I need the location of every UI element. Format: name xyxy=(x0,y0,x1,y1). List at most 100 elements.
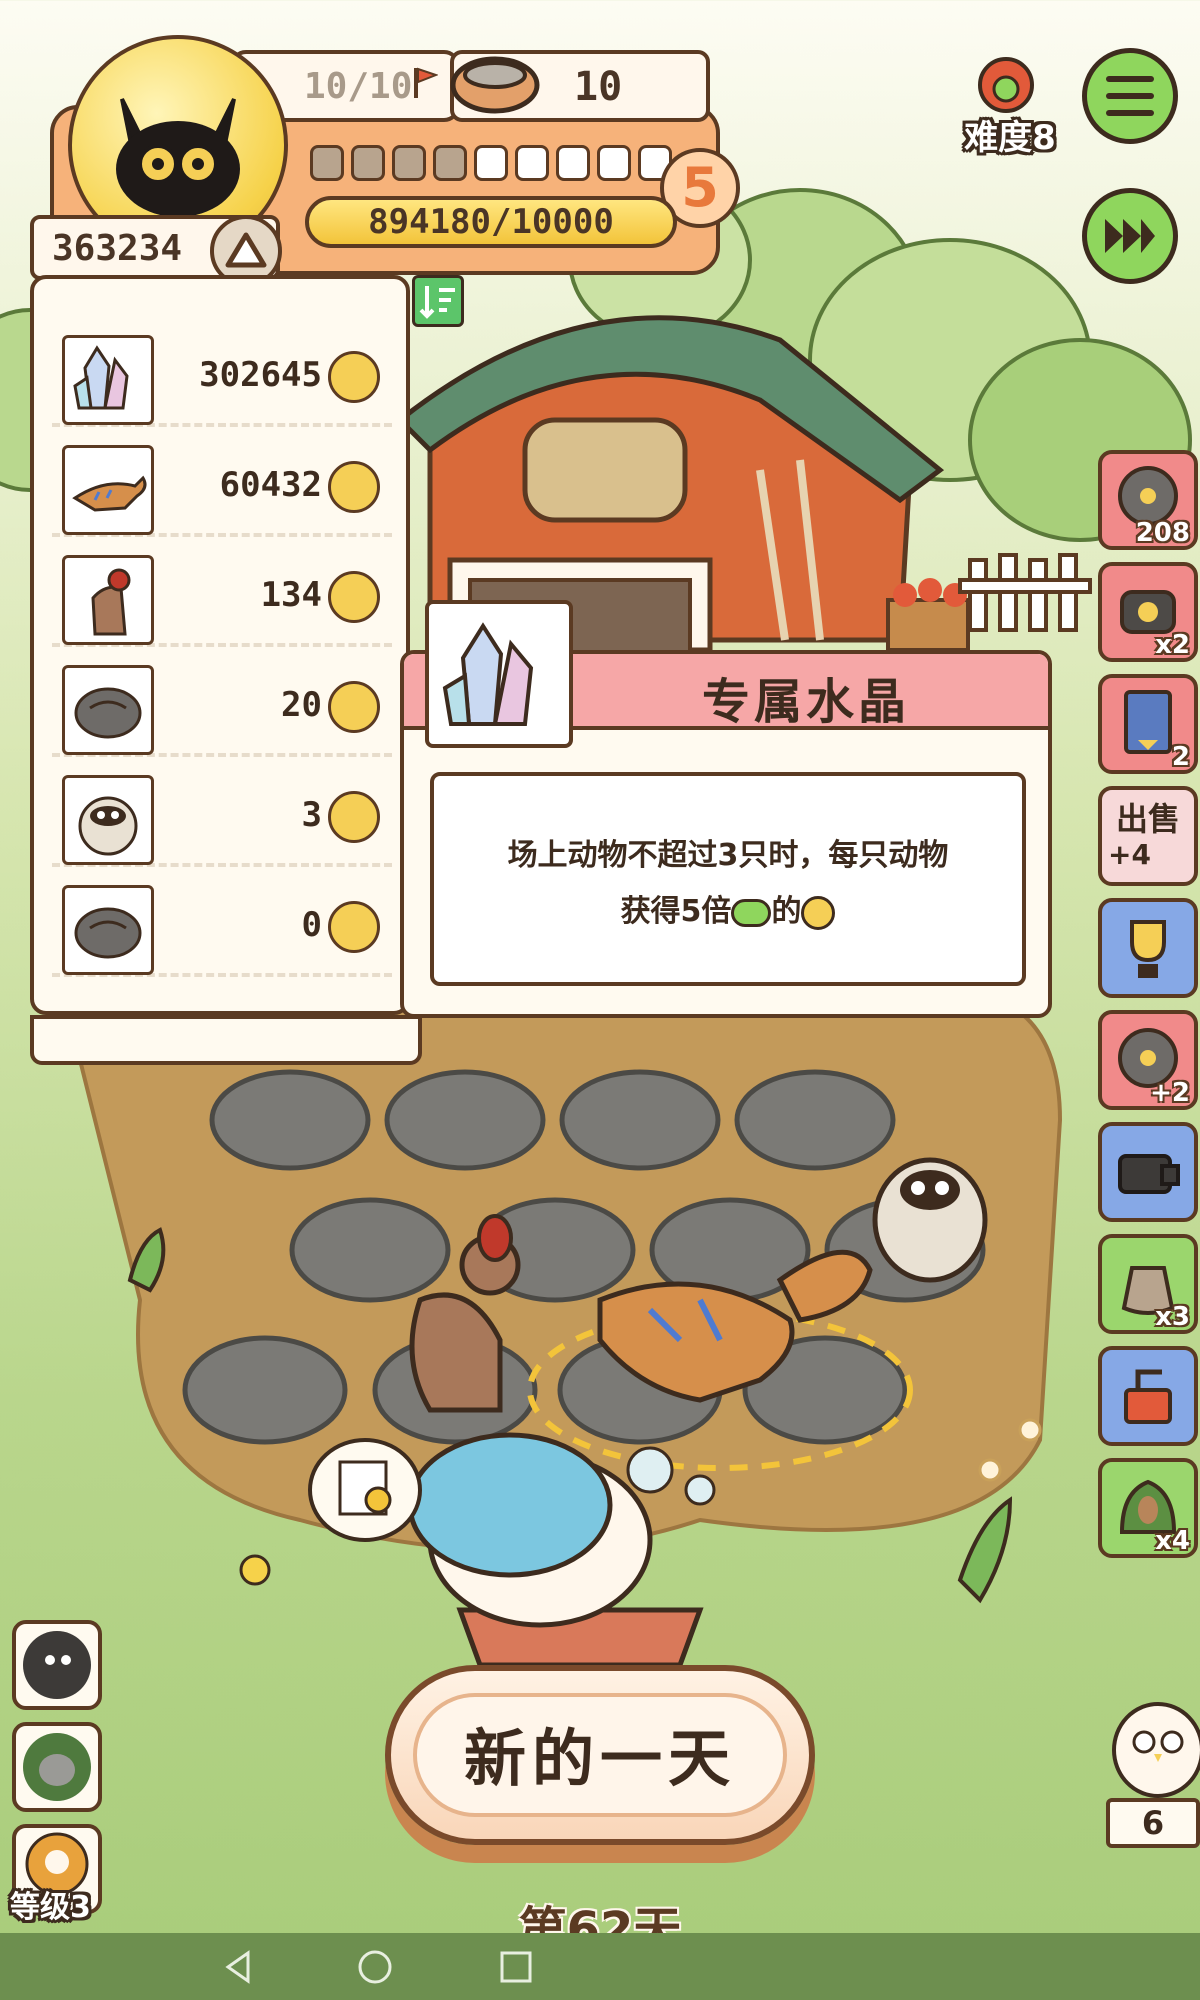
paw-coin-icon xyxy=(801,895,836,930)
experience-text: 894180/10000 xyxy=(368,202,614,242)
info-desc-line2: 获得5倍 的 xyxy=(434,884,1022,940)
ranking-row[interactable]: 20 xyxy=(52,657,392,757)
progress-cell xyxy=(310,145,344,181)
crystal-icon xyxy=(62,335,154,425)
film-reel-item-button[interactable]: 208 xyxy=(1098,450,1198,550)
owl-icon xyxy=(1112,1702,1200,1798)
fast-forward-button[interactable] xyxy=(1082,188,1178,284)
sell-bonus: +4 xyxy=(1108,838,1151,871)
raccoon-dog-animal[interactable] xyxy=(872,1157,988,1283)
progress-cell xyxy=(474,145,508,181)
item-count: x2 xyxy=(1155,630,1190,660)
progress-cell xyxy=(597,145,631,181)
info-card-description: 场上动物不超过3只时，每只动物 获得5倍 的 xyxy=(430,772,1026,986)
camera-item-button[interactable] xyxy=(1098,1122,1198,1222)
camera-bag-item-button[interactable]: x2 xyxy=(1098,562,1198,662)
food-count-text: 10 xyxy=(574,64,623,110)
bag-item-button[interactable]: x3 xyxy=(1098,1234,1198,1334)
ranking-row[interactable]: 134 xyxy=(52,547,392,647)
fast-forward-icon xyxy=(1105,219,1155,253)
animal-silhouette-icon xyxy=(23,1733,91,1801)
raptor-dino-icon xyxy=(62,445,154,535)
fire-flower-icon xyxy=(978,57,1034,113)
level-label: 等级3 xyxy=(10,1890,91,1925)
ranking-row[interactable]: 302645 xyxy=(52,327,392,427)
hourglass-card-item-button[interactable]: 2 xyxy=(1098,674,1198,774)
paw-coin-icon xyxy=(328,791,380,843)
item-count: x4 xyxy=(1155,1526,1190,1556)
item-count: +2 xyxy=(1150,1078,1190,1108)
sell-item-button[interactable]: 出售 +4 xyxy=(1098,786,1198,886)
experience-bar: 894180/10000 xyxy=(305,196,677,248)
ranking-row[interactable]: 3 xyxy=(52,767,392,867)
progress-cells xyxy=(310,145,690,189)
progress-cell xyxy=(433,145,467,181)
owl-count-text: 6 xyxy=(1141,1804,1165,1842)
sort-icon xyxy=(419,286,455,319)
ghost-animal-icon xyxy=(23,1631,91,1699)
info-desc-line2-pre: 获得5倍 xyxy=(620,894,732,929)
leaf-food-icon xyxy=(731,898,772,927)
sell-label: 出售 xyxy=(1115,800,1180,838)
crystal-icon xyxy=(442,622,534,726)
ranking-row[interactable]: 0 xyxy=(52,877,392,977)
ranking-scroll-bottom xyxy=(30,1015,422,1065)
total-score-text: 363234 xyxy=(52,228,183,269)
ranking-value: 20 xyxy=(281,685,322,725)
crested-dino-icon xyxy=(62,555,154,645)
paw-coin-icon xyxy=(328,351,380,403)
menu-button[interactable] xyxy=(1082,48,1178,144)
ranking-value: 60432 xyxy=(219,465,322,505)
ranking-row[interactable]: 60432 xyxy=(52,437,392,537)
camera-icon xyxy=(1118,1154,1180,1194)
progress-cell xyxy=(392,145,426,181)
difficulty-indicator[interactable]: 难度8 xyxy=(950,55,1070,158)
nav-home-icon[interactable] xyxy=(358,1950,392,1984)
green-animal-button[interactable] xyxy=(12,1722,102,1812)
new-day-button[interactable]: 新的一天 xyxy=(385,1665,815,1845)
info-card-title: 专属水晶 xyxy=(701,674,910,730)
info-card-item-icon xyxy=(425,600,573,748)
difficulty-label: 难度8 xyxy=(964,118,1056,158)
item-count: x3 xyxy=(1155,1302,1190,1332)
machine-item-button[interactable] xyxy=(1098,1346,1198,1446)
grey-pillbug-icon xyxy=(62,885,154,975)
triangle-up-icon xyxy=(225,232,267,268)
fence xyxy=(958,553,1092,632)
android-navigation-bar xyxy=(0,1933,1200,2000)
ranking-value: 302645 xyxy=(199,355,322,395)
owl-counter[interactable]: 6 xyxy=(1102,1690,1200,1850)
seed-item-button[interactable]: x4 xyxy=(1098,1458,1198,1558)
sort-button[interactable] xyxy=(412,275,464,327)
paw-coin-icon xyxy=(328,571,380,623)
paw-coin-icon xyxy=(328,901,380,953)
trophy-item-button[interactable] xyxy=(1098,898,1198,998)
ranking-value: 0 xyxy=(301,905,322,945)
nav-back-icon[interactable] xyxy=(225,1950,250,1984)
ranking-value: 134 xyxy=(260,575,322,615)
ranking-value: 3 xyxy=(301,795,322,835)
progress-cell xyxy=(515,145,549,181)
reel-plus-item-button[interactable]: +2 xyxy=(1098,1010,1198,1110)
info-desc-line1: 场上动物不超过3只时，每只动物 xyxy=(507,838,949,873)
nav-recents-icon[interactable] xyxy=(500,1951,532,1983)
owl-count-box: 6 xyxy=(1106,1798,1200,1848)
paw-coin-icon xyxy=(328,461,380,513)
item-count: 208 xyxy=(1135,518,1190,548)
list-menu-icon xyxy=(1106,76,1154,116)
trophy-icon xyxy=(1130,920,1166,978)
progress-cell xyxy=(351,145,385,181)
shadow-animal-button[interactable] xyxy=(12,1620,102,1710)
new-day-label: 新的一天 xyxy=(413,1693,787,1817)
info-desc-line2-mid: 的 xyxy=(771,894,802,929)
flag-icon xyxy=(412,66,439,100)
action-count-text: 10/10 xyxy=(304,66,413,107)
bathing-cat-character[interactable] xyxy=(407,1432,716,1668)
raccoon-dog-icon xyxy=(62,775,154,865)
paw-coin-icon xyxy=(328,681,380,733)
item-count: 2 xyxy=(1171,742,1190,772)
certificate-bubble[interactable] xyxy=(308,1438,422,1542)
player-level-text: 5 xyxy=(681,156,719,219)
food-bowl-icon xyxy=(445,45,545,125)
ranking-panel: 302645 60432 134 20 3 0 xyxy=(30,275,410,1015)
